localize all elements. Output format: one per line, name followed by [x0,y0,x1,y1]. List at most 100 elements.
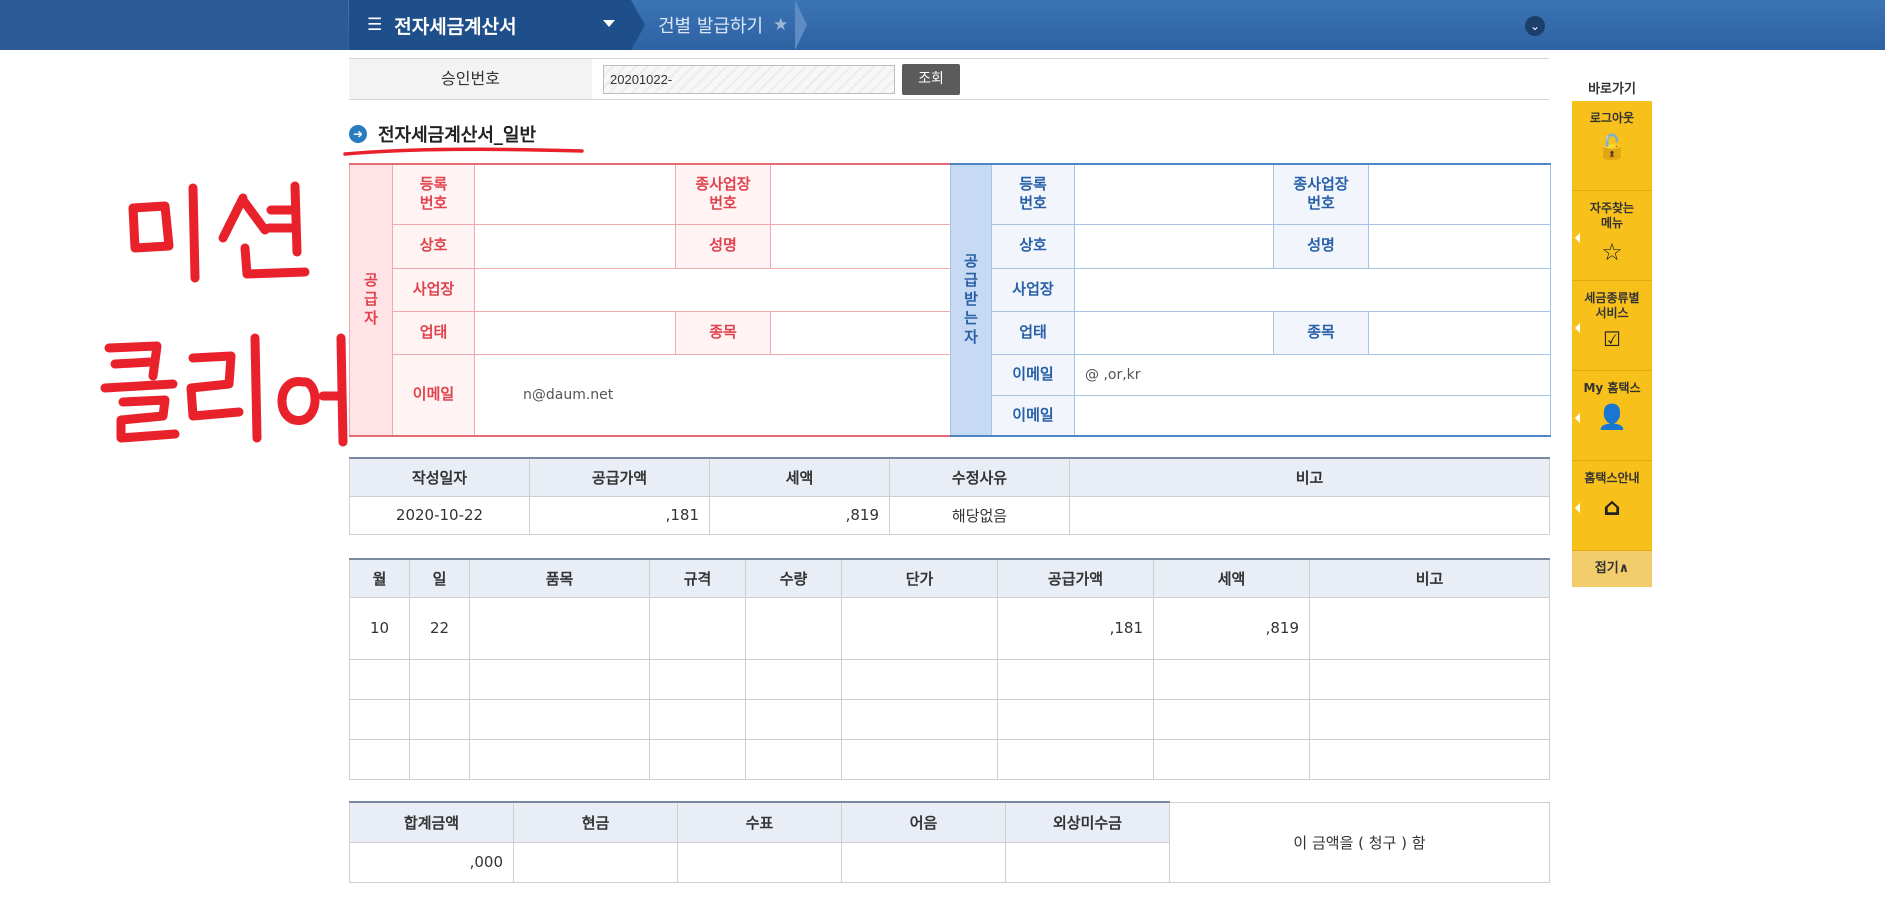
buyer-table: 공급받는자 등록 번호 종사업장 번호 상호 성명 사업장 업태 종목 이메일 … [950,163,1551,437]
top-nav-bar [0,0,1885,50]
breadcrumb[interactable]: 건별 발급하기 ★ [658,0,788,50]
buyer-reg-value [1074,163,1274,225]
lookup-button[interactable]: 조회 [902,64,960,95]
claim-text: 이 금액을 ( 청구 ) 함 [1169,801,1550,883]
quick-my-hometax-label: My 홈택스 [1583,381,1641,395]
underline-stroke [343,147,584,156]
items-header: 공급가액 [997,558,1154,598]
totals-header: 현금 [513,801,678,843]
caret-left-icon [1575,503,1580,513]
supplier-biztype-label: 업태 [392,310,475,355]
supplier-name-label: 성명 [675,223,771,269]
breadcrumb-current[interactable]: 건별 발급하기 [658,12,763,38]
approval-number-input[interactable] [603,65,895,94]
note-amount [841,841,1006,883]
quick-tax-services[interactable]: 세금종류별 서비스 ☑ [1572,281,1652,371]
buyer-side-label: 공급받는자 [950,163,992,437]
check-amount [677,841,842,883]
totals-header: 합계금액 [349,801,514,843]
buyer-reg-label: 등록 번호 [991,163,1075,225]
summary-header: 수정사유 [889,457,1070,497]
items-header: 월 [349,558,410,598]
buyer-email-value: @ ,or,kr [1074,353,1551,396]
approval-label: 승인번호 [349,59,592,99]
items-table: 월 일 품목 규격 수량 단가 공급가액 세액 비고 10 22 ,181 ,8… [349,558,1550,780]
item-spec [649,596,746,660]
item-unit-price [841,596,998,660]
summary-header: 비고 [1069,457,1550,497]
summary-tax: ,819 [709,495,890,535]
chevron-down-icon [603,20,615,27]
supplier-name-value [770,223,951,269]
breadcrumb-separator [631,0,645,50]
menu-selector[interactable]: ☰ 전자세금계산서 [349,0,631,50]
chevron-down-icon[interactable]: ⌄ [1525,16,1545,36]
supplier-reg-label: 등록 번호 [392,163,475,225]
credit-amount [1005,841,1170,883]
quick-logout[interactable]: 로그아웃 🔓 [1572,101,1652,191]
quick-favorites-label: 자주찾는 메뉴 [1589,201,1635,230]
table-row [349,698,1550,740]
hamburger-icon: ☰ [367,15,383,35]
cash-amount [513,841,678,883]
summary-supply: ,181 [529,495,710,535]
menu-title: 전자세금계산서 [394,15,517,38]
supplier-branch-label: 종사업장 번호 [675,163,771,225]
star-icon: ☆ [1601,238,1623,266]
summary-header: 공급가액 [529,457,710,497]
item-month: 10 [349,596,410,660]
totals-header: 외상미수금 [1005,801,1170,843]
supplier-biztype-value [474,310,676,355]
supplier-address-value [474,267,951,312]
quick-hometax-guide[interactable]: 홈택스안내 ⌂ [1572,461,1652,551]
unlock-icon: 🔓 [1597,133,1627,161]
arrow-right-circle-icon: ➜ [349,125,367,143]
user-icon: 👤 [1597,403,1627,431]
supplier-table: 공급자 등록 번호 종사업장 번호 상호 성명 사업장 업태 종목 이메일 n@… [349,163,951,437]
buyer-name-value [1368,223,1551,269]
summary-note [1069,495,1550,535]
table-row [349,658,1550,700]
quick-my-hometax[interactable]: My 홈택스 👤 [1572,371,1652,461]
table-row [349,738,1550,780]
items-header: 비고 [1309,558,1550,598]
approval-row: 승인번호 조회 [349,58,1549,100]
supplier-bizitem-value [770,310,951,355]
supplier-company-label: 상호 [392,223,475,269]
items-header: 규격 [649,558,746,598]
totals-header: 어음 [841,801,1006,843]
summary-date: 2020-10-22 [349,495,530,535]
item-day: 22 [409,596,470,660]
buyer-company-value [1074,223,1274,269]
item-tax: ,819 [1153,596,1310,660]
caret-left-icon [1575,233,1580,243]
item-qty [745,596,842,660]
summary-table: 작성일자 공급가액 세액 수정사유 비고 2020-10-22 ,181 ,81… [349,457,1550,535]
caret-left-icon [1575,413,1580,423]
supplier-email-label: 이메일 [392,353,475,437]
totals-header: 수표 [677,801,842,843]
item-name [469,596,650,660]
nav-left-area [0,0,348,50]
buyer-branch-label: 종사업장 번호 [1273,163,1369,225]
quick-tax-services-label: 세금종류별 서비스 [1584,291,1640,320]
buyer-address-label: 사업장 [991,267,1075,312]
supplier-branch-value [770,163,951,225]
buyer-email2-value [1074,394,1551,437]
items-header: 품목 [469,558,650,598]
quick-menu: 바로가기 로그아웃 🔓 자주찾는 메뉴 ☆ 세금종류별 서비스 ☑ My 홈택스… [1572,78,1652,587]
table-row: 10 22 ,181 ,819 [349,596,1550,660]
quick-fold-button[interactable]: 접기∧ [1572,551,1652,587]
total-amount: ,000 [349,841,514,883]
items-header: 수량 [745,558,842,598]
star-icon[interactable]: ★ [773,15,788,35]
summary-header: 세액 [709,457,890,497]
buyer-biztype-label: 업태 [991,310,1075,355]
quick-favorites[interactable]: 자주찾는 메뉴 ☆ [1572,191,1652,281]
supplier-email-value: n@daum.net [474,353,951,437]
breadcrumb-end [795,0,807,50]
buyer-email2-label: 이메일 [991,394,1075,437]
checkbox-icon: ☑ [1603,327,1621,351]
items-header: 일 [409,558,470,598]
buyer-bizitem-label: 종목 [1273,310,1369,355]
